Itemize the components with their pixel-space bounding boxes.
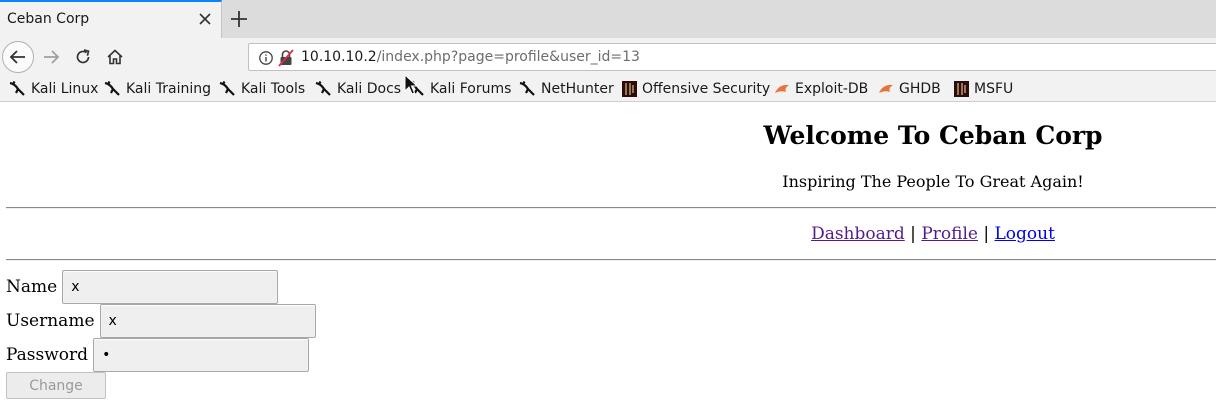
- close-tab-icon[interactable]: [196, 10, 214, 28]
- bookmark-label: MSFU: [974, 81, 1014, 97]
- bookmark-label: Exploit-DB: [795, 81, 869, 97]
- nav-logout-link[interactable]: Logout: [995, 224, 1055, 244]
- kali-dragon-icon: [104, 81, 120, 96]
- kali-dragon-icon: [519, 81, 535, 96]
- username-label: Username: [6, 311, 95, 331]
- bookmark-nethunter[interactable]: NetHunter: [519, 80, 614, 98]
- nav-separator: |: [910, 224, 916, 244]
- bookmark-exploit-db[interactable]: Exploit-DB: [774, 80, 868, 98]
- password-row: Password: [6, 338, 310, 372]
- bookmark-ghdb[interactable]: GHDB: [878, 80, 941, 98]
- bookmark-msfu[interactable]: MSFU: [954, 80, 1013, 98]
- forward-arrow-icon: [44, 50, 60, 64]
- bookmark-label: Kali Tools: [241, 81, 306, 97]
- exploitdb-icon: [879, 84, 893, 93]
- bookmark-kali-forums[interactable]: Kali Forums: [408, 80, 511, 98]
- reload-button[interactable]: [68, 42, 98, 72]
- home-icon: [107, 49, 123, 65]
- home-button[interactable]: [100, 42, 130, 72]
- bookmark-label: Kali Forums: [430, 81, 512, 97]
- bookmark-kali-tools[interactable]: Kali Tools: [219, 80, 305, 98]
- offsec-icon: [622, 81, 637, 97]
- forward-button[interactable]: [36, 42, 66, 72]
- change-button[interactable]: Change: [6, 372, 106, 399]
- kali-dragon-icon: [315, 81, 331, 96]
- reload-icon: [76, 49, 90, 64]
- bookmark-kali-linux[interactable]: Kali Linux: [9, 80, 98, 98]
- nav-profile-link[interactable]: Profile: [921, 224, 978, 244]
- new-tab-icon[interactable]: [228, 8, 250, 30]
- name-row: Name: [6, 270, 279, 304]
- active-tab[interactable]: Ceban Corp: [0, 0, 222, 38]
- url-text[interactable]: 10.10.10.2/index.php?page=profile&user_i…: [301, 49, 640, 65]
- nav-dashboard-link[interactable]: Dashboard: [811, 224, 905, 244]
- offsec-icon: [954, 81, 969, 97]
- bookmark-offensive-security[interactable]: Offensive Security: [622, 80, 770, 98]
- site-info-icon[interactable]: [258, 50, 274, 66]
- back-button[interactable]: [2, 41, 34, 73]
- kali-dragon-icon: [219, 81, 235, 96]
- tab-title: Ceban Corp: [7, 11, 90, 27]
- tab-strip: Ceban Corp: [0, 0, 1216, 38]
- site-nav: Dashboard | Profile | Logout: [650, 224, 1216, 244]
- exploitdb-icon: [775, 84, 789, 93]
- bookmark-label: NetHunter: [541, 81, 614, 97]
- page-content: Welcome To Ceban Corp Inspiring The Peop…: [0, 103, 1216, 414]
- bookmarks-toolbar: Kali Linux Kali Training Kali Tools Kali…: [0, 76, 1216, 102]
- url-host: 10.10.10.2: [301, 49, 377, 65]
- name-label: Name: [6, 277, 58, 297]
- bookmark-label: Kali Docs: [337, 81, 402, 97]
- url-bar[interactable]: 10.10.10.2/index.php?page=profile&user_i…: [248, 43, 1216, 71]
- navigation-toolbar: 10.10.10.2/index.php?page=profile&user_i…: [0, 38, 1216, 76]
- insecure-lock-icon[interactable]: [278, 49, 294, 67]
- bookmark-label: Offensive Security: [642, 81, 771, 97]
- bookmark-kali-training[interactable]: Kali Training: [104, 80, 211, 98]
- password-input[interactable]: [93, 338, 310, 372]
- divider-top: [6, 207, 1216, 209]
- name-input[interactable]: [62, 270, 279, 304]
- bookmark-label: Kali Training: [126, 81, 211, 97]
- username-row: Username: [6, 304, 316, 338]
- bookmark-label: GHDB: [899, 81, 941, 97]
- url-path: /index.php?page=profile&user_id=13: [376, 49, 640, 65]
- divider-bottom: [6, 259, 1216, 261]
- page-title: Welcome To Ceban Corp: [763, 121, 1103, 150]
- nav-separator: |: [983, 224, 990, 244]
- kali-dragon-icon: [9, 81, 25, 96]
- page-subtitle: Inspiring The People To Great Again!: [782, 172, 1084, 191]
- back-arrow-icon: [9, 50, 25, 64]
- password-label: Password: [6, 345, 89, 365]
- bookmark-kali-docs[interactable]: Kali Docs: [315, 80, 401, 98]
- bookmark-label: Kali Linux: [31, 81, 99, 97]
- mouse-cursor-icon: [404, 74, 418, 95]
- username-input[interactable]: [99, 304, 316, 338]
